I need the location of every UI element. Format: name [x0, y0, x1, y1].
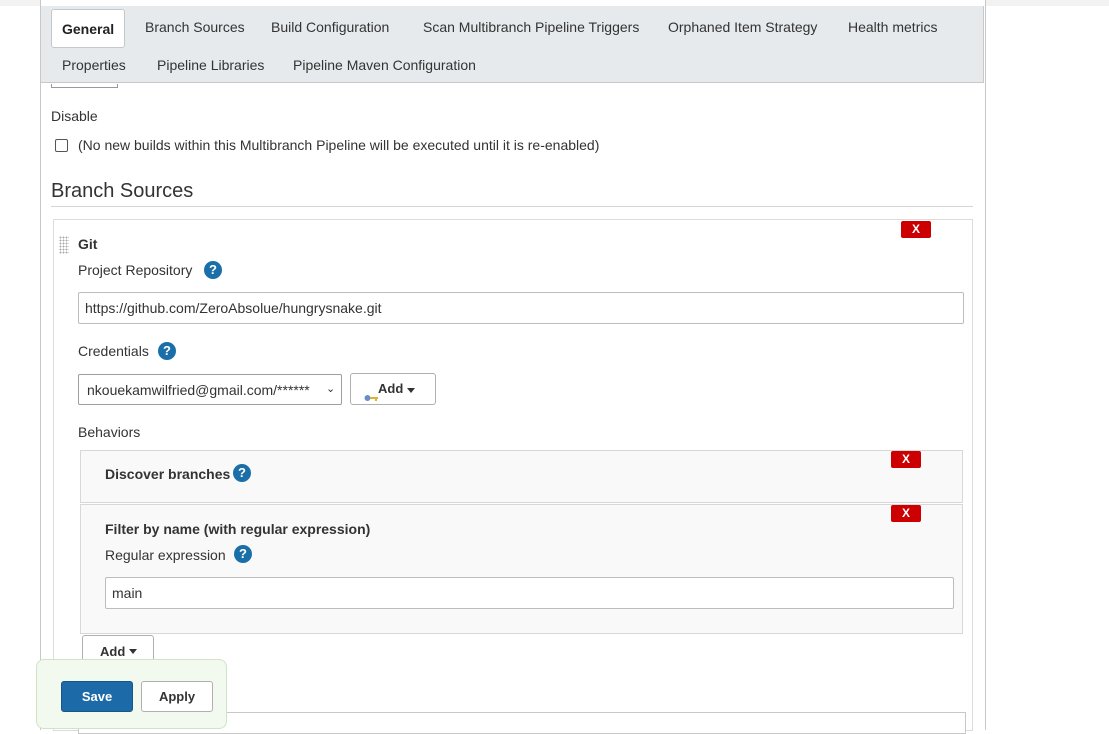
section-divider — [51, 206, 973, 207]
add-credentials-button[interactable]: Add — [350, 373, 436, 405]
help-icon[interactable]: ? — [158, 342, 176, 360]
caret-down-icon — [407, 388, 415, 393]
caret-down-icon — [129, 649, 137, 654]
disable-checkbox-text: (No new builds within this Multibranch P… — [78, 137, 600, 153]
regular-expression-label: Regular expression — [105, 547, 226, 563]
delete-source-button[interactable]: X — [901, 221, 931, 238]
add-credentials-label: Add — [378, 381, 404, 396]
delete-behavior-button[interactable]: X — [891, 505, 921, 522]
tab-scan-triggers[interactable]: Scan Multibranch Pipeline Triggers — [423, 19, 639, 35]
project-repository-label: Project Repository — [78, 262, 193, 278]
tab-pipeline-maven-configuration[interactable]: Pipeline Maven Configuration — [293, 57, 476, 73]
apply-button[interactable]: Apply — [141, 681, 213, 712]
tab-branch-sources[interactable]: Branch Sources — [145, 19, 245, 35]
disable-checkbox[interactable] — [55, 139, 68, 152]
credentials-label: Credentials — [78, 343, 149, 359]
project-repository-input[interactable]: https://github.com/ZeroAbsolue/hungrysna… — [78, 292, 964, 324]
tab-pipeline-libraries[interactable]: Pipeline Libraries — [157, 57, 264, 73]
help-icon[interactable]: ? — [204, 261, 222, 279]
regular-expression-input[interactable]: main — [105, 577, 954, 609]
help-icon[interactable]: ? — [234, 545, 252, 563]
tab-general[interactable]: General — [51, 9, 126, 48]
key-icon — [364, 384, 378, 401]
tab-properties[interactable]: Properties — [62, 57, 126, 73]
branch-sources-title: Branch Sources — [51, 180, 194, 202]
git-source-title: Git — [78, 236, 98, 252]
tab-health-metrics[interactable]: Health metrics — [848, 19, 937, 35]
behaviors-label: Behaviors — [78, 424, 141, 440]
discover-branches-title: Discover branches — [105, 466, 231, 482]
drag-handle-icon[interactable] — [59, 236, 69, 254]
help-icon[interactable]: ? — [233, 464, 251, 482]
tab-orphaned-item-strategy[interactable]: Orphaned Item Strategy — [668, 19, 817, 35]
credentials-selected-value: nkouekamwilfried@gmail.com/****** — [87, 382, 310, 398]
tab-build-configuration[interactable]: Build Configuration — [271, 19, 389, 35]
chevron-down-icon: ⌄ — [326, 383, 336, 395]
scrolled-element-edge — [51, 84, 118, 88]
save-button[interactable]: Save — [61, 681, 133, 712]
filter-by-name-title: Filter by name (with regular expression) — [105, 521, 371, 537]
delete-behavior-button[interactable]: X — [891, 451, 921, 468]
disable-label: Disable — [51, 108, 98, 124]
credentials-select[interactable]: nkouekamwilfried@gmail.com/****** — [78, 374, 342, 405]
